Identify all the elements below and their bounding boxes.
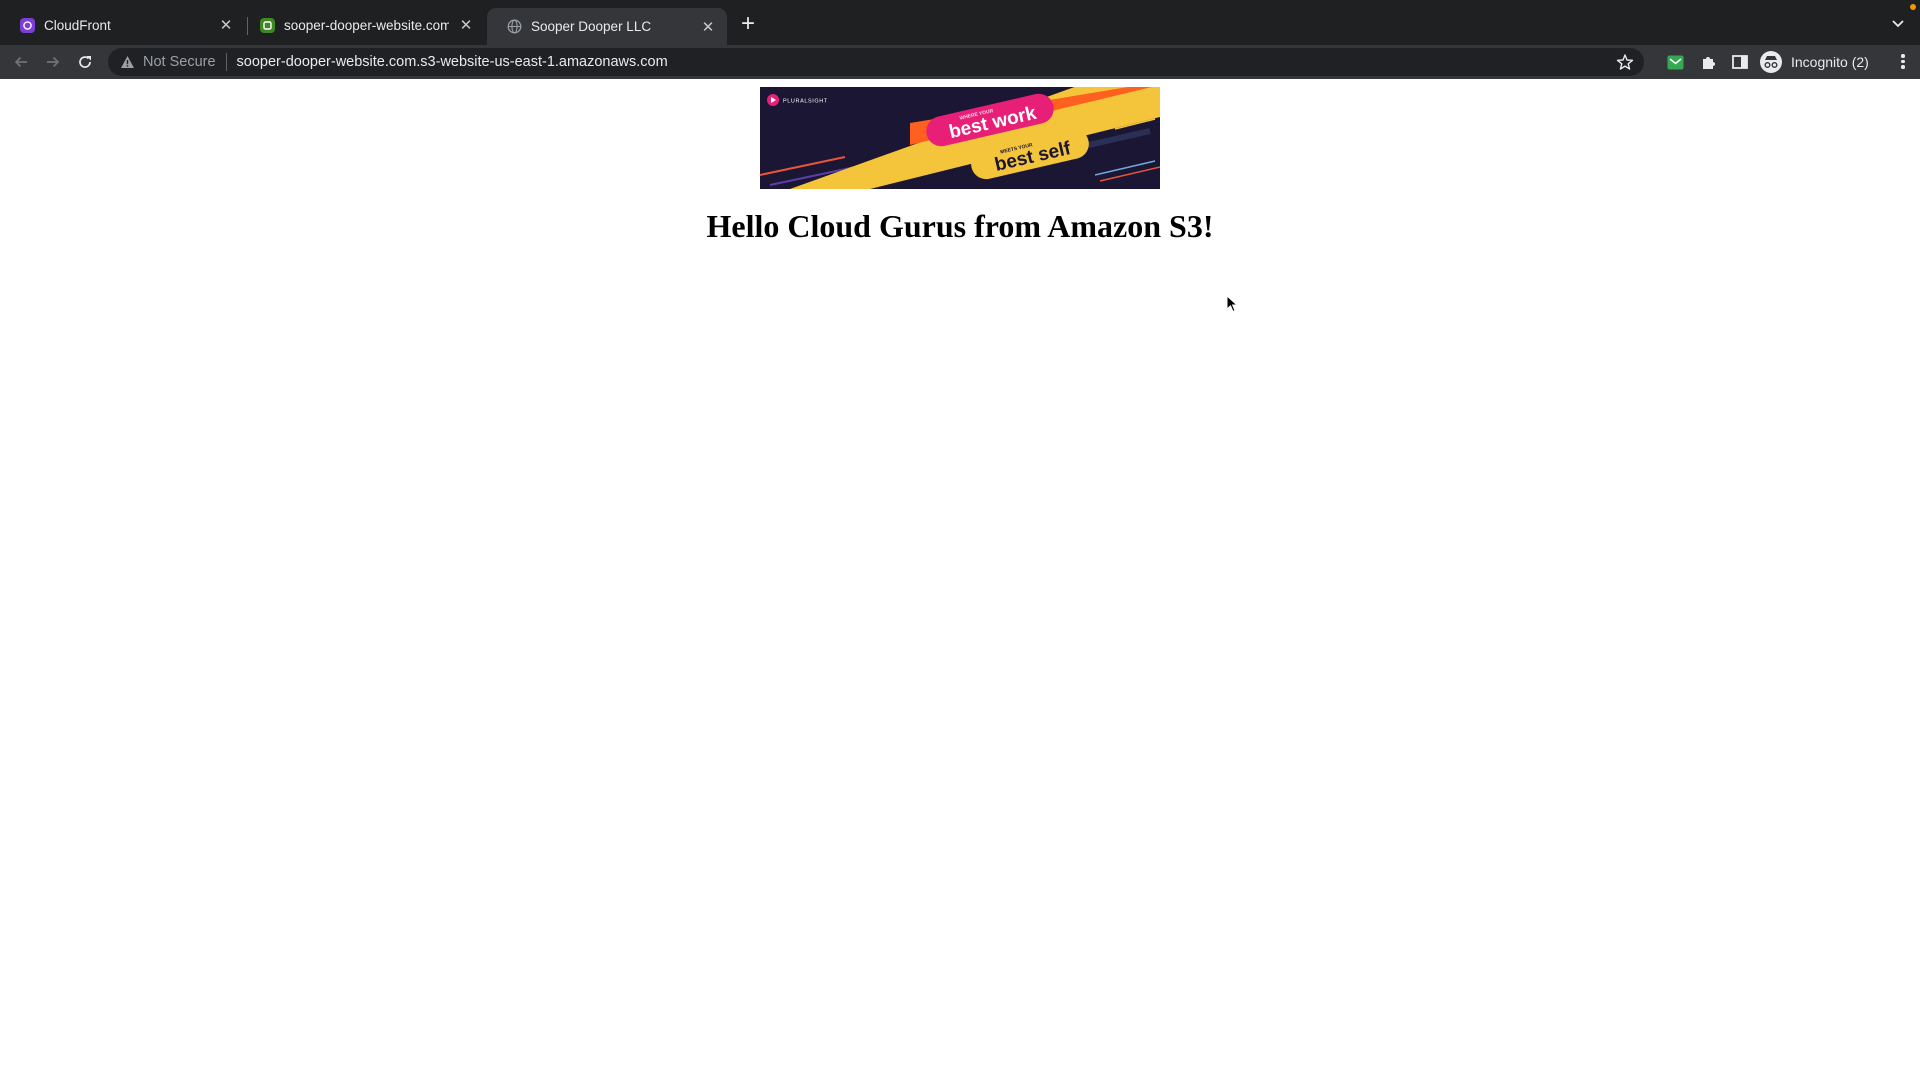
extensions-puzzle-icon[interactable] xyxy=(1698,52,1718,72)
url-text[interactable]: sooper-dooper-website.com.s3-website-us-… xyxy=(237,54,668,70)
address-bar[interactable]: Not Secure sooper-dooper-website.com.s3-… xyxy=(108,48,1644,76)
banner-brand: PLURALSIGHT xyxy=(783,99,828,105)
page-heading: Hello Cloud Gurus from Amazon S3! xyxy=(706,208,1214,244)
security-indicator[interactable]: Not Secure xyxy=(120,54,216,70)
tab-strip: CloudFront ✕ sooper-dooper-website.com -… xyxy=(0,0,1920,45)
warning-icon xyxy=(121,56,134,68)
tab-title: CloudFront xyxy=(44,17,111,33)
tab-title: sooper-dooper-website.com - xyxy=(284,17,449,33)
mouse-cursor-icon xyxy=(1226,295,1238,313)
page-content: PLURALSIGHT WHERE YOUR best work MEETS Y… xyxy=(0,79,1920,1080)
close-tab-icon[interactable]: ✕ xyxy=(457,16,475,34)
close-tab-icon[interactable]: ✕ xyxy=(217,16,235,34)
cloudfront-icon xyxy=(20,17,35,33)
globe-icon xyxy=(507,19,522,34)
forward-button[interactable] xyxy=(42,51,64,73)
profile-label: Incognito (2) xyxy=(1791,54,1869,70)
reload-icon xyxy=(79,56,91,68)
forward-arrow-icon xyxy=(47,56,60,68)
close-tab-icon[interactable]: ✕ xyxy=(699,18,717,36)
back-arrow-icon xyxy=(14,56,27,68)
new-tab-button[interactable]: + xyxy=(736,12,760,37)
reload-button[interactable] xyxy=(74,51,96,73)
back-button[interactable] xyxy=(10,51,32,73)
tab-cloudfront[interactable]: CloudFront ✕ xyxy=(0,8,245,42)
s3-bucket-icon xyxy=(260,17,275,33)
security-label: Not Secure xyxy=(143,54,216,70)
bookmark-star-icon[interactable] xyxy=(1616,53,1634,71)
omnibox-divider xyxy=(225,53,227,71)
extension-mail-icon[interactable] xyxy=(1665,52,1685,72)
side-panel-icon[interactable] xyxy=(1730,52,1750,72)
tab-search-chevron-icon[interactable] xyxy=(1888,13,1908,33)
browser-menu-icon[interactable] xyxy=(1900,52,1906,72)
browser-toolbar: Not Secure sooper-dooper-website.com.s3-… xyxy=(0,45,1920,79)
pluralsight-banner-image: PLURALSIGHT WHERE YOUR best work MEETS Y… xyxy=(760,87,1160,189)
tab-s3-bucket[interactable]: sooper-dooper-website.com - ✕ xyxy=(240,8,485,42)
incognito-profile-button[interactable]: Incognito (2) xyxy=(1760,49,1869,75)
tab-sooper-dooper[interactable]: Sooper Dooper LLC ✕ xyxy=(487,8,727,45)
incognito-icon xyxy=(1760,51,1782,73)
tab-title: Sooper Dooper LLC xyxy=(531,19,652,34)
recording-indicator xyxy=(1910,4,1916,10)
